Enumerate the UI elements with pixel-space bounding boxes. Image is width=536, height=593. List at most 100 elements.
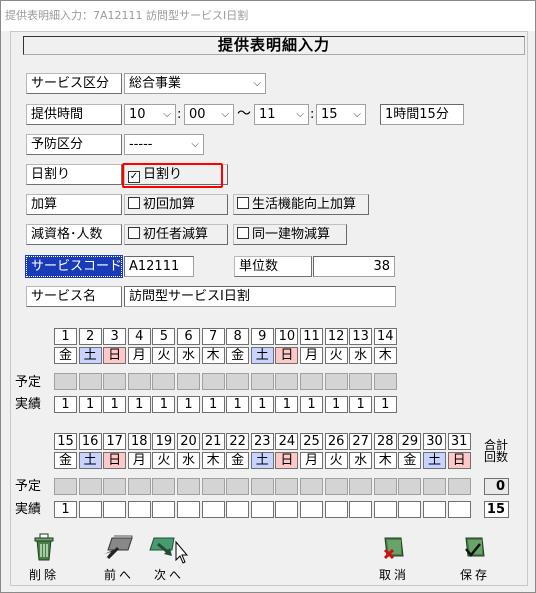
service-kubun-label: サービス区分 xyxy=(26,73,122,94)
plan-cell[interactable] xyxy=(177,373,200,390)
actual-cell[interactable] xyxy=(250,501,274,518)
actual-cell[interactable]: 1 xyxy=(275,396,299,413)
plan-cell[interactable] xyxy=(177,478,200,495)
chevron-down-icon: ⌵ xyxy=(353,109,361,120)
actual-cell[interactable]: 1 xyxy=(349,396,373,413)
end-min-select[interactable]: 15 ⌵ xyxy=(316,104,366,125)
cancel-label: 取消 xyxy=(378,568,409,582)
plan-cell[interactable] xyxy=(324,478,348,495)
actual-cell[interactable]: 1 xyxy=(127,396,151,413)
start-hour-select[interactable]: 10 ⌵ xyxy=(124,104,176,125)
plan-cell[interactable] xyxy=(447,478,471,495)
actual-cell[interactable] xyxy=(201,501,225,518)
plan-cell[interactable] xyxy=(275,373,299,390)
actual-cell[interactable]: 1 xyxy=(226,396,250,413)
plan-cell[interactable] xyxy=(373,478,397,495)
folder-cancel-icon xyxy=(383,537,404,560)
plan-cell[interactable] xyxy=(398,478,422,495)
plan-cell[interactable] xyxy=(300,373,323,390)
cancel-button[interactable]: 取消 xyxy=(364,532,424,583)
plan-cell[interactable] xyxy=(226,373,250,390)
delete-button[interactable]: 削除 xyxy=(14,532,74,583)
weekday-cell: 日 xyxy=(275,347,299,364)
service-name-field[interactable]: 訪問型サービスⅠ日割 xyxy=(124,286,396,307)
next-button[interactable]: 次へ xyxy=(139,532,199,583)
highlight-box xyxy=(122,163,223,188)
actual-cell[interactable] xyxy=(423,501,446,518)
actual-cell[interactable]: 1 xyxy=(177,396,200,413)
folder-check-icon xyxy=(465,537,485,557)
plan-cell[interactable] xyxy=(152,478,176,495)
plan-cell[interactable] xyxy=(127,373,151,390)
save-button[interactable]: 保存 xyxy=(445,532,505,583)
end-hour-select[interactable]: 11 ⌵ xyxy=(254,104,309,125)
service-kubun-select[interactable]: 総合事業 ⌵ xyxy=(124,73,266,94)
actual-cell[interactable] xyxy=(127,501,151,518)
plan-cell[interactable] xyxy=(127,478,151,495)
actual-cell[interactable]: 1 xyxy=(250,396,274,413)
actual-cell[interactable]: 1 xyxy=(54,396,77,413)
plan-cell[interactable] xyxy=(103,478,127,495)
actual-cell[interactable]: 1 xyxy=(324,396,348,413)
gensan-shoninsha-checkbox[interactable]: 初任者減算 xyxy=(124,224,228,245)
actual-cell[interactable] xyxy=(152,501,176,518)
actual-cell[interactable] xyxy=(78,501,102,518)
actual-cell[interactable] xyxy=(177,501,200,518)
actual-cell[interactable] xyxy=(373,501,397,518)
plan-cell[interactable] xyxy=(226,478,250,495)
day-number: 6 xyxy=(177,328,200,345)
plan-cell[interactable] xyxy=(250,373,274,390)
kasan-seikatsu-checkbox[interactable]: 生活機能向上加算 xyxy=(233,194,369,215)
plan-cell[interactable] xyxy=(201,478,225,495)
actual-cell[interactable]: 1 xyxy=(54,501,77,518)
actual-cell[interactable]: 1 xyxy=(300,396,323,413)
day-number: 27 xyxy=(349,433,373,450)
unit-field[interactable]: 38 xyxy=(313,256,395,277)
plan-cell[interactable] xyxy=(250,478,274,495)
plan-cell[interactable] xyxy=(373,373,397,390)
yobo-select[interactable]: ----- ⌵ xyxy=(124,134,204,155)
gensan-shoninsha-label: 初任者減算 xyxy=(143,227,209,242)
plan-cell[interactable] xyxy=(78,373,102,390)
chevron-down-icon: ⌵ xyxy=(191,139,199,150)
weekday-cell: 日 xyxy=(103,347,127,364)
plan-cell[interactable] xyxy=(152,373,176,390)
gensan-douitsu-checkbox[interactable]: 同一建物減算 xyxy=(233,224,347,245)
plan-cell[interactable] xyxy=(423,478,446,495)
actual-cell[interactable] xyxy=(226,501,250,518)
plan-cell[interactable] xyxy=(300,478,323,495)
actual-total: 15 xyxy=(484,501,509,518)
actual-cell[interactable]: 1 xyxy=(152,396,176,413)
day-number: 13 xyxy=(349,328,373,345)
plan-cell[interactable] xyxy=(201,373,225,390)
day-number: 21 xyxy=(201,433,225,450)
actual-cell[interactable] xyxy=(324,501,348,518)
day-number: 15 xyxy=(54,433,77,450)
actual-cell[interactable] xyxy=(349,501,373,518)
plan-cell[interactable] xyxy=(349,373,373,390)
actual-cell[interactable] xyxy=(103,501,127,518)
kasan-shokai-checkbox[interactable]: 初回加算 xyxy=(124,194,228,215)
plan-cell[interactable] xyxy=(78,478,102,495)
weekday-cell: 火 xyxy=(152,347,176,364)
kasan-seikatsu-label: 生活機能向上加算 xyxy=(252,197,357,212)
actual-cell[interactable] xyxy=(300,501,323,518)
plan-cell[interactable] xyxy=(54,478,77,495)
service-code-field[interactable]: A12111 xyxy=(124,256,194,277)
actual-cell[interactable]: 1 xyxy=(373,396,397,413)
total-count-label: 合計 回数 xyxy=(482,439,510,463)
plan-cell[interactable] xyxy=(103,373,127,390)
actual-cell[interactable]: 1 xyxy=(78,396,102,413)
day-number: 19 xyxy=(152,433,176,450)
plan-cell[interactable] xyxy=(349,478,373,495)
actual-cell[interactable] xyxy=(398,501,422,518)
plan-cell[interactable] xyxy=(275,478,299,495)
plan-cell[interactable] xyxy=(54,373,77,390)
chevron-down-icon: ⌵ xyxy=(163,109,171,120)
start-min-select[interactable]: 00 ⌵ xyxy=(184,104,234,125)
actual-cell[interactable] xyxy=(447,501,471,518)
actual-cell[interactable] xyxy=(275,501,299,518)
actual-cell[interactable]: 1 xyxy=(201,396,225,413)
actual-cell[interactable]: 1 xyxy=(103,396,127,413)
plan-cell[interactable] xyxy=(324,373,348,390)
